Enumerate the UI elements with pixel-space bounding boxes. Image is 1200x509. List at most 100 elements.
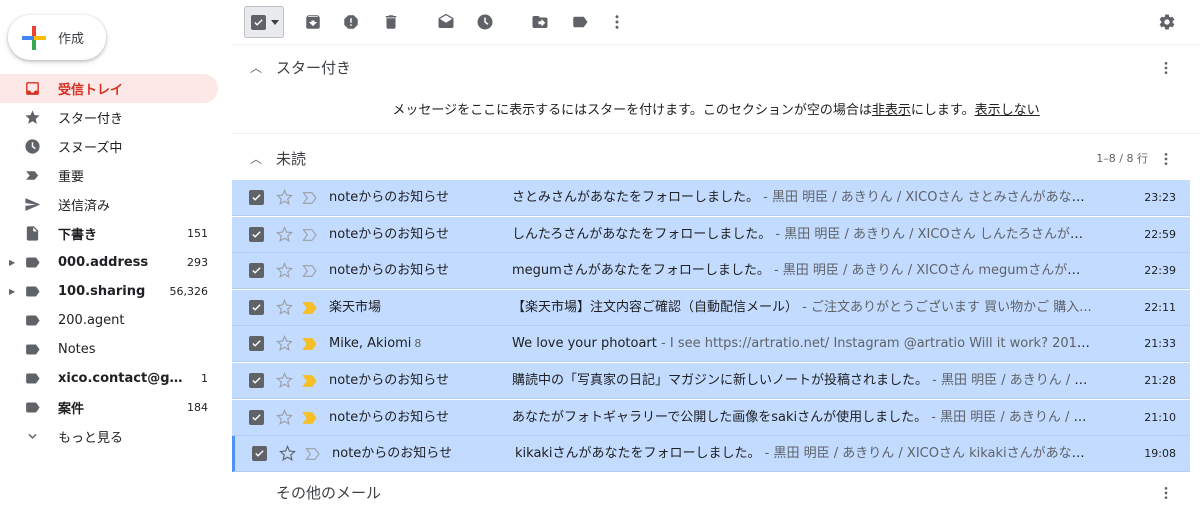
email-sender: noteからのお知らせ	[332, 446, 453, 462]
sidebar-item-count: 1	[201, 372, 208, 385]
sidebar-item-xico-contact[interactable]: xico.contact@gmail... 1	[0, 364, 218, 393]
checkmark-icon	[252, 304, 261, 311]
expand-arrow-icon[interactable]: ▶	[9, 258, 15, 267]
email-row[interactable]: noteからのお知らせ 購読中の「写真家の日記」マガジンに新しいノートが投稿されま…	[232, 363, 1190, 399]
email-time: 22:39	[1144, 264, 1176, 278]
main-panel: ︿ スター付き メッセージをここに表示するにはスターを付けます。このセクションが…	[232, 0, 1200, 509]
email-subject: We love your photoart	[512, 336, 657, 352]
section-header-starred: ︿ スター付き	[232, 45, 1200, 89]
report-spam-button[interactable]	[340, 11, 362, 33]
thread-count: 8	[414, 337, 422, 351]
email-row[interactable]: noteからのお知らせ さとみさんがあなたをフォローしました。 - 黒田 明臣 /…	[232, 180, 1190, 216]
sidebar-item-notes[interactable]: Notes	[0, 335, 218, 364]
sidebar-item-100-sharing[interactable]: ▶ 100.sharing 56,326	[0, 277, 218, 306]
section-title: 未読	[276, 149, 307, 168]
star-toggle-icon[interactable]	[276, 189, 293, 206]
section-title: その他のメール	[276, 483, 382, 502]
sidebar-item-sent[interactable]: 送信済み	[0, 190, 218, 219]
inbox-icon	[26, 82, 39, 95]
star-icon	[25, 110, 40, 124]
important-marker-icon[interactable]	[302, 191, 318, 205]
sidebar-item-important[interactable]: 重要	[0, 161, 218, 190]
email-sender: noteからのお知らせ	[329, 190, 450, 205]
sidebar-item-more[interactable]: もっと見る	[0, 422, 218, 451]
sidebar-item-label: 下書き	[58, 228, 98, 243]
row-checkbox[interactable]	[249, 299, 264, 315]
email-row[interactable]: Mike, Akiomi 8 We love your photoart - I s…	[232, 326, 1190, 363]
checkmark-icon	[255, 450, 264, 457]
email-snippet: - ご注文ありがとうございます 買い物かご 購入...	[798, 299, 1092, 315]
email-sender: noteからのお知らせ	[329, 373, 450, 388]
sidebar-item-inbox[interactable]: 受信トレイ	[0, 74, 218, 103]
delete-button[interactable]	[380, 11, 402, 33]
select-all-checkbox[interactable]	[244, 6, 284, 38]
row-checkbox[interactable]	[249, 336, 264, 352]
star-toggle-icon[interactable]	[276, 262, 293, 279]
email-row[interactable]: noteからのお知らせ megumさんがあなたをフォローしました。 - 黒田 明臣…	[232, 253, 1190, 290]
email-time: 19:08	[1144, 447, 1176, 461]
star-toggle-icon[interactable]	[276, 335, 293, 352]
email-snippet: - I see https://artratio.net/ Instagram …	[661, 336, 1092, 352]
archive-button[interactable]	[302, 11, 324, 33]
more-actions-button[interactable]	[606, 11, 628, 33]
section-header-other: その他のメール	[232, 470, 1200, 509]
email-row[interactable]: noteからのお知らせ しんたろさんがあなたをフォローしました。 - 黒田 明臣 …	[232, 216, 1190, 253]
move-to-button[interactable]	[529, 11, 551, 33]
settings-button[interactable]	[1156, 11, 1178, 33]
pagination-range: 1–8 / 8 行	[1096, 152, 1148, 165]
label-icon	[26, 315, 40, 326]
row-checkbox[interactable]	[249, 263, 264, 279]
email-sender: 楽天市場	[329, 299, 382, 315]
collapse-chevron-icon[interactable]: ︿	[250, 150, 262, 167]
label-icon	[26, 286, 40, 297]
sidebar-item-label: 200.agent	[58, 313, 125, 328]
checkmark-icon	[252, 194, 261, 201]
snooze-button[interactable]	[474, 11, 496, 33]
star-toggle-icon[interactable]	[279, 445, 296, 462]
email-sender: noteからのお知らせ	[329, 409, 450, 425]
email-row[interactable]: 楽天市場 【楽天市場】注文内容ご確認（自動配信メール） - ご注文ありがとうござい…	[232, 289, 1190, 326]
label-icon	[573, 16, 588, 28]
email-row[interactable]: noteからのお知らせ kikakiさんがあなたをフォローしました。 - 黒田 明…	[232, 436, 1190, 473]
checkmark-icon	[252, 377, 261, 384]
more-vert-icon[interactable]	[1158, 485, 1174, 501]
star-toggle-icon[interactable]	[276, 225, 293, 243]
email-time: 22:59	[1144, 227, 1176, 241]
important-marker-icon[interactable]	[302, 228, 318, 242]
row-checkbox[interactable]	[249, 409, 264, 425]
hide-section-link[interactable]: 非表示	[872, 103, 911, 118]
checkmark-icon	[252, 413, 261, 421]
expand-arrow-icon[interactable]: ▶	[9, 287, 15, 296]
important-marker-icon[interactable]	[302, 411, 318, 425]
email-row[interactable]: noteからのお知らせ あなたがフォトギャラリーで公開した画像をsakiさんが使用…	[232, 399, 1190, 436]
email-time: 22:11	[1144, 300, 1176, 314]
mark-as-read-button[interactable]	[435, 11, 457, 33]
important-marker-icon[interactable]	[305, 447, 321, 461]
sidebar-item-starred[interactable]: スター付き	[0, 103, 218, 132]
important-marker-icon[interactable]	[302, 374, 318, 388]
important-marker-icon[interactable]	[302, 301, 318, 315]
sidebar-item-drafts[interactable]: 下書き 151	[0, 219, 218, 248]
more-vert-icon[interactable]	[1158, 60, 1174, 76]
row-checkbox[interactable]	[249, 226, 264, 242]
row-checkbox[interactable]	[252, 446, 267, 462]
compose-button[interactable]: 作成	[8, 15, 106, 60]
star-toggle-icon[interactable]	[276, 298, 293, 316]
sidebar-item-snoozed[interactable]: スヌーズ中	[0, 132, 218, 161]
sidebar-item-000-address[interactable]: ▶ 000.address 293	[0, 248, 218, 277]
star-toggle-icon[interactable]	[276, 408, 293, 426]
email-snippet: - 黒田 明臣 / あきりん / XI...	[928, 373, 1092, 388]
more-vert-icon[interactable]	[1158, 151, 1174, 167]
sidebar-item-count: 56,326	[169, 285, 209, 298]
label-as-button[interactable]	[569, 11, 591, 33]
dont-show-link[interactable]: 表示しない	[975, 103, 1040, 118]
sidebar-item-200-agent[interactable]: 200.agent	[0, 306, 218, 335]
star-toggle-icon[interactable]	[276, 372, 293, 389]
important-marker-icon[interactable]	[302, 264, 318, 278]
important-marker-icon[interactable]	[302, 337, 318, 351]
collapse-chevron-icon[interactable]: ︿	[250, 59, 262, 76]
select-dropdown-caret-icon[interactable]	[271, 20, 279, 25]
sidebar-item-anken[interactable]: 案件 184	[0, 393, 218, 422]
row-checkbox[interactable]	[249, 190, 264, 205]
row-checkbox[interactable]	[249, 373, 264, 388]
